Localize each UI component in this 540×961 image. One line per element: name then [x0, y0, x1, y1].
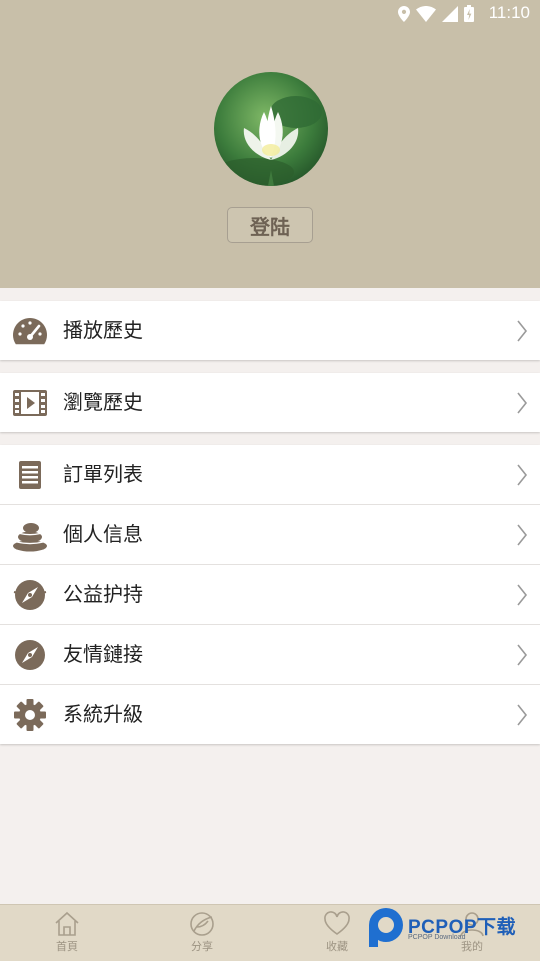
signal-icon — [442, 5, 458, 22]
login-button[interactable]: 登陆 — [227, 207, 313, 243]
avatar[interactable] — [214, 72, 328, 186]
menu-item-label: 友情鏈接 — [63, 642, 143, 666]
tab-favorites[interactable]: 收藏 — [297, 905, 377, 961]
status-icons — [398, 5, 474, 22]
tab-label: 收藏 — [326, 940, 348, 953]
heart-icon — [324, 911, 350, 935]
tab-share[interactable]: 分享 — [162, 905, 242, 961]
tab-label: 分享 — [191, 940, 213, 953]
status-bar: 11:10 — [0, 0, 540, 28]
tab-label: 首頁 — [56, 940, 78, 953]
chevron-right-icon — [517, 320, 528, 342]
menu-item-label: 系統升級 — [63, 702, 143, 726]
chevron-right-icon — [517, 704, 528, 726]
watermark: PCPOP下载 PCPOP Download — [366, 904, 536, 952]
compass-icon — [13, 580, 47, 610]
menu-item-charity[interactable]: 公益护持 — [0, 565, 540, 625]
speedometer-icon — [13, 318, 47, 345]
menu-item-label: 訂單列表 — [63, 462, 143, 486]
menu-item-label: 瀏覽歷史 — [63, 390, 143, 414]
home-icon — [55, 911, 79, 936]
menu-group-main: 訂單列表 個人信息 公益护持 友情鏈接 系統升級 — [0, 445, 540, 744]
menu-item-browse-history[interactable]: 瀏覽歷史 — [0, 373, 540, 432]
location-icon — [398, 5, 410, 22]
menu-item-profile-info[interactable]: 個人信息 — [0, 505, 540, 565]
list-icon — [19, 461, 41, 489]
pcpop-logo-icon — [369, 908, 403, 947]
wifi-icon — [416, 5, 436, 22]
compass-icon — [15, 640, 45, 670]
tab-home[interactable]: 首頁 — [27, 905, 107, 961]
watermark-sub: PCPOP Download — [408, 934, 466, 941]
chevron-right-icon — [517, 584, 528, 606]
menu-item-orders[interactable]: 訂單列表 — [0, 445, 540, 505]
menu-item-label: 公益护持 — [63, 582, 143, 606]
menu-item-label: 播放歷史 — [63, 318, 143, 342]
gear-icon — [14, 699, 46, 731]
chevron-right-icon — [517, 644, 528, 666]
menu-group-history: 播放歷史 — [0, 301, 540, 360]
stones-icon — [13, 523, 47, 552]
menu-item-links[interactable]: 友情鏈接 — [0, 625, 540, 685]
menu-item-system-upgrade[interactable]: 系統升級 — [0, 685, 540, 744]
menu-group-browse: 瀏覽歷史 — [0, 373, 540, 432]
battery-icon — [464, 5, 474, 22]
chevron-right-icon — [517, 464, 528, 486]
menu-item-play-history[interactable]: 播放歷史 — [0, 301, 540, 360]
menu-item-label: 個人信息 — [63, 522, 143, 546]
chevron-right-icon — [517, 392, 528, 414]
profile-header: 11:10 登陆 — [0, 0, 540, 288]
chevron-right-icon — [517, 524, 528, 546]
share-icon — [190, 912, 214, 936]
video-icon — [13, 390, 47, 416]
status-time: 11:10 — [488, 3, 530, 22]
